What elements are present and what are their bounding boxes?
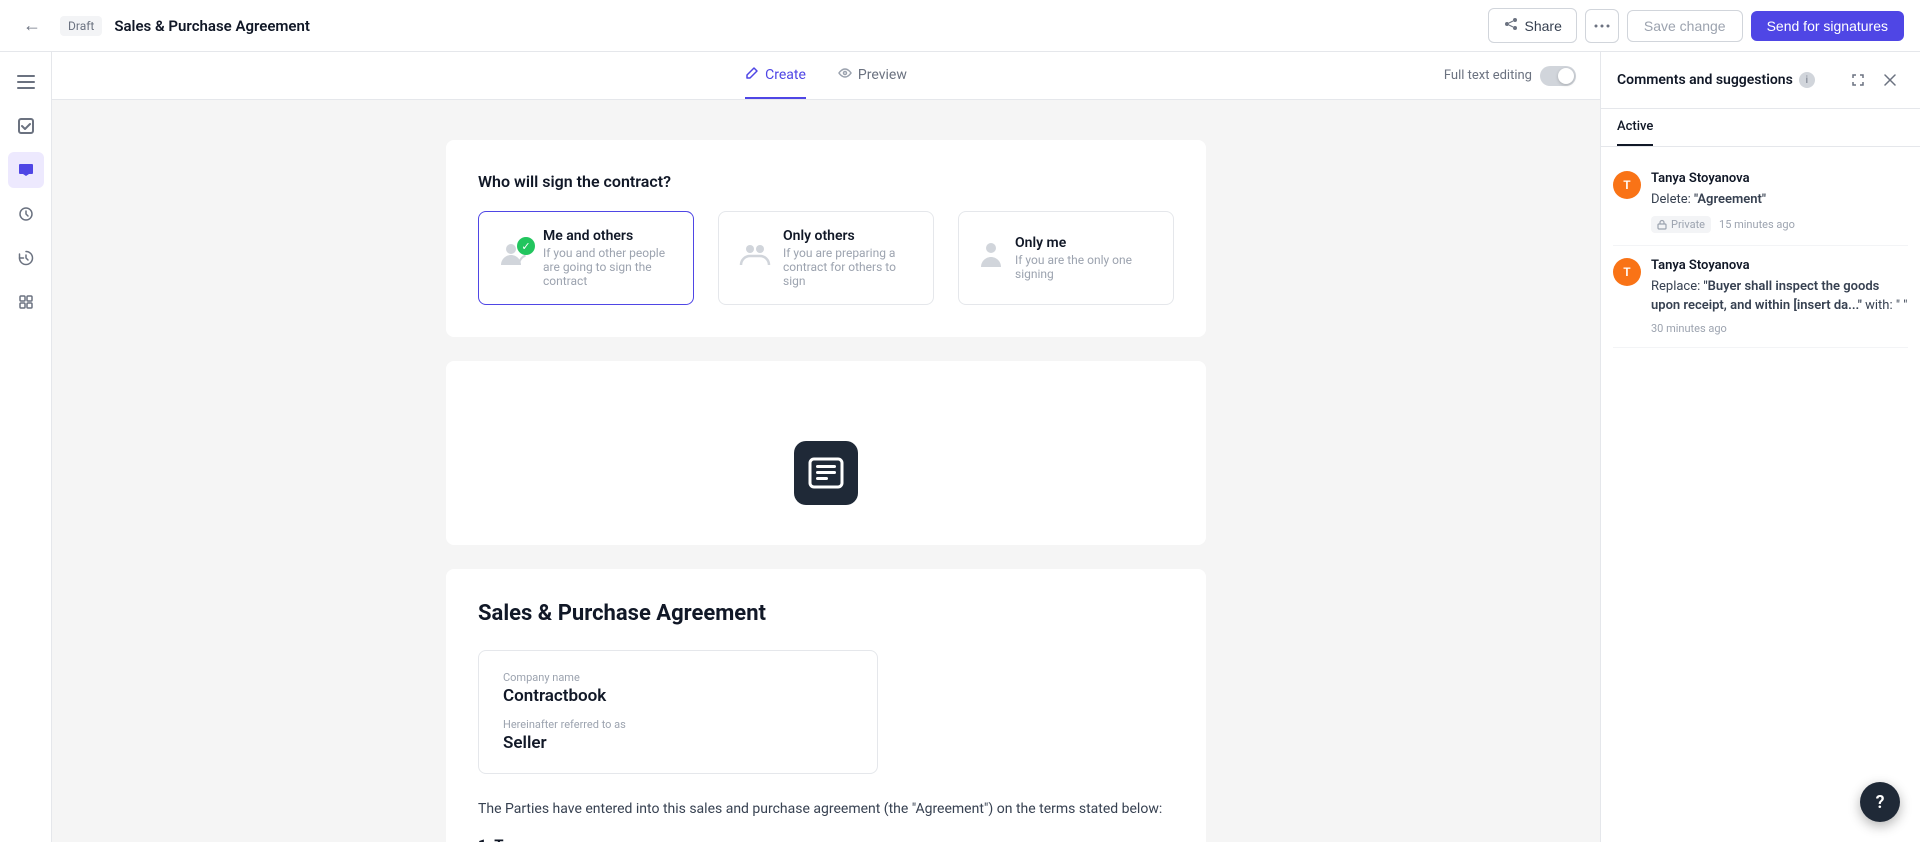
contractbook-logo-icon — [794, 441, 858, 505]
share-icon — [1503, 16, 1519, 35]
company-name-label: Company name — [503, 671, 853, 684]
comment-time: 30 minutes ago — [1651, 322, 1727, 335]
comment-author: Tanya Stoyanova — [1651, 258, 1908, 273]
comment-with: with: " " — [1862, 298, 1908, 313]
sign-question: Who will sign the contract? — [478, 172, 1174, 191]
panel-header: Comments and suggestions i — [1601, 52, 1920, 109]
topbar-actions: Share Save change Send for signatures — [1488, 8, 1905, 43]
option-desc: If you are preparing a contract for othe… — [783, 246, 913, 288]
full-text-toggle-switch[interactable] — [1540, 66, 1576, 86]
comment-time: 15 minutes ago — [1719, 218, 1795, 231]
document-wrapper: Who will sign the contract? — [426, 100, 1226, 842]
share-label: Share — [1525, 18, 1562, 34]
sign-option-icon-wrap: ✓ — [499, 241, 531, 275]
company-card: Company name Contractbook Hereinafter re… — [478, 650, 878, 774]
hereinafter-label: Hereinafter referred to as — [503, 718, 853, 731]
doc-heading1: 1. Terms — [478, 836, 1174, 842]
logo-section — [446, 361, 1206, 545]
sidebar-icon-clock[interactable] — [8, 196, 44, 232]
person-icon — [979, 241, 1003, 275]
comment-item: T Tanya Stoyanova Replace: "Buyer shall … — [1613, 246, 1908, 348]
right-panel: Comments and suggestions i Active — [1600, 52, 1920, 842]
sidebar-icon-integrations[interactable] — [8, 284, 44, 320]
document-title: Sales & Purchase Agreement — [114, 17, 1475, 35]
save-button[interactable]: Save change — [1627, 10, 1743, 42]
option-title: Only others — [783, 228, 913, 244]
doc-section: Sales & Purchase Agreement Company name … — [446, 569, 1206, 842]
company-name-value: Contractbook — [503, 686, 853, 706]
comment-prefix: Delete: — [1651, 192, 1694, 207]
option-title: Me and others — [543, 228, 673, 244]
tabs-bar: Create Preview Full text editing — [52, 52, 1600, 100]
avatar: T — [1613, 258, 1641, 286]
sidebar-icon-history[interactable] — [8, 240, 44, 276]
panel-title-row: Comments and suggestions i — [1617, 72, 1815, 88]
sidebar-icon-comment[interactable] — [8, 152, 44, 188]
sidebar-icon-check[interactable] — [8, 108, 44, 144]
main-layout: Create Preview Full text editing — [0, 52, 1920, 842]
panel-tabs: Active — [1601, 109, 1920, 147]
comment-meta: Private 15 minutes ago — [1651, 216, 1908, 233]
draft-badge: Draft — [60, 16, 102, 36]
left-sidebar — [0, 52, 52, 842]
send-button[interactable]: Send for signatures — [1751, 11, 1904, 41]
tab-preview[interactable]: Preview — [838, 52, 907, 99]
comment-item: T Tanya Stoyanova Delete: "Agreement" Pr… — [1613, 159, 1908, 246]
sidebar-icon-menu[interactable] — [8, 64, 44, 100]
panel-title: Comments and suggestions — [1617, 72, 1793, 88]
panel-actions — [1844, 66, 1904, 94]
more-button[interactable] — [1585, 9, 1619, 43]
people-icon — [739, 241, 771, 275]
comment-body: Tanya Stoyanova Replace: "Buyer shall in… — [1651, 258, 1908, 335]
sign-option-only-others[interactable]: Only others If you are preparing a contr… — [718, 211, 934, 305]
private-label: Private — [1671, 218, 1705, 231]
option-desc: If you and other people are going to sig… — [543, 246, 673, 288]
sign-section: Who will sign the contract? — [446, 140, 1206, 337]
comment-body: Tanya Stoyanova Delete: "Agreement" Priv… — [1651, 171, 1908, 233]
tab-create[interactable]: Create — [745, 52, 806, 99]
comment-text: Replace: "Buyer shall inspect the goods … — [1651, 277, 1908, 316]
private-badge: Private — [1651, 216, 1711, 233]
selected-badge: ✓ — [517, 237, 535, 255]
comment-meta: 30 minutes ago — [1651, 322, 1908, 335]
topbar: ← Draft Sales & Purchase Agreement Share — [0, 0, 1920, 52]
help-button[interactable]: ? — [1860, 782, 1900, 822]
comments-list: T Tanya Stoyanova Delete: "Agreement" Pr… — [1601, 147, 1920, 842]
comment-prefix: Replace: — [1651, 279, 1704, 294]
info-icon: i — [1799, 72, 1815, 88]
close-panel-button[interactable] — [1876, 66, 1904, 94]
doc-title: Sales & Purchase Agreement — [478, 601, 1174, 626]
expand-panel-button[interactable] — [1844, 66, 1872, 94]
comment-quoted: "Agreement" — [1694, 192, 1766, 207]
doc-paragraph1: The Parties have entered into this sales… — [478, 798, 1174, 820]
hereinafter-field: Hereinafter referred to as Seller — [503, 718, 853, 753]
hereinafter-value: Seller — [503, 733, 853, 753]
comment-author: Tanya Stoyanova — [1651, 171, 1908, 186]
company-name-field: Company name Contractbook — [503, 671, 853, 706]
sign-options: ✓ Me and others If you and other people … — [478, 211, 1174, 305]
sign-option-me-and-others[interactable]: ✓ Me and others If you and other people … — [478, 211, 694, 305]
option-title: Only me — [1015, 235, 1153, 251]
share-button[interactable]: Share — [1488, 8, 1577, 43]
full-text-editing-toggle: Full text editing — [1444, 66, 1576, 86]
comment-text: Delete: "Agreement" — [1651, 190, 1908, 210]
back-button[interactable]: ← — [16, 10, 48, 42]
pencil-icon — [745, 66, 759, 84]
sign-option-only-me[interactable]: Only me If you are the only one signing — [958, 211, 1174, 305]
content-area: Create Preview Full text editing — [52, 52, 1600, 842]
panel-tab-active[interactable]: Active — [1617, 109, 1653, 146]
avatar: T — [1613, 171, 1641, 199]
option-desc: If you are the only one signing — [1015, 253, 1153, 281]
eye-icon — [838, 66, 852, 84]
